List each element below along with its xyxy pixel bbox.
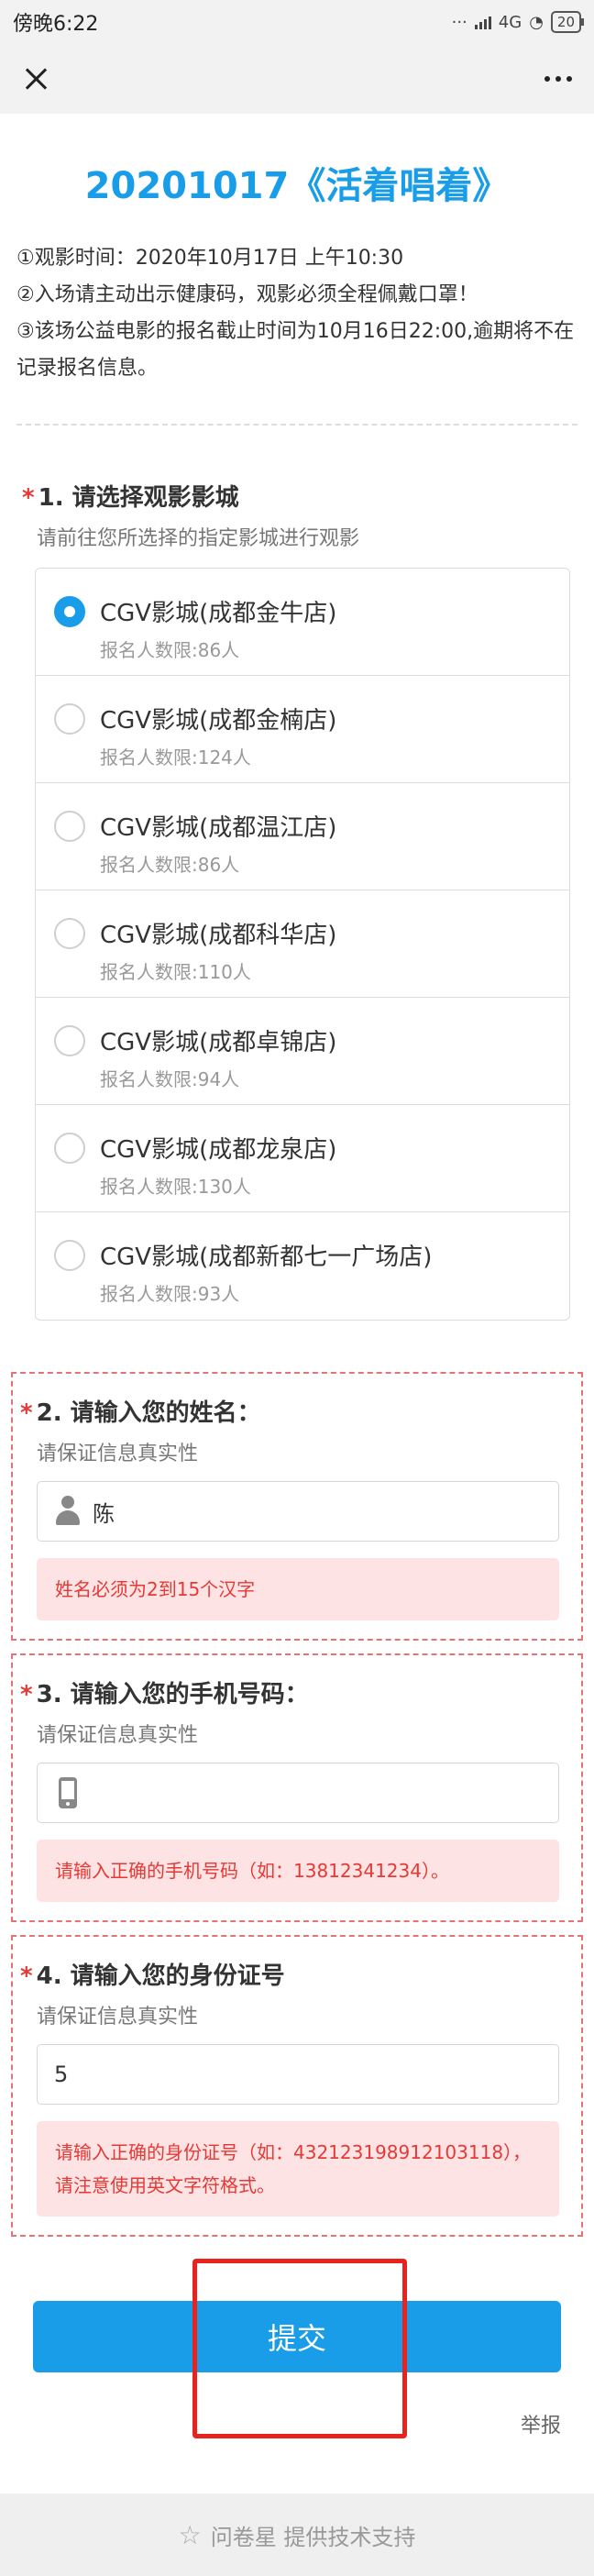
option-label: CGV影城(成都科华店) [100,922,337,949]
footer: ☆ 问卷星 提供技术支持 [0,2493,594,2576]
id-number-field[interactable] [37,2044,559,2105]
id-number-error-message: 请输入正确的身份证号（如：432123198912103118），请注意使用英文… [37,2121,559,2217]
option-label: CGV影城(成都温江店) [100,814,337,842]
radio-checked-icon[interactable] [54,596,85,627]
option-limit: 报名人数限:110人 [100,961,251,983]
status-bar: 傍晚6:22 ··· 4G ◔ 20 [0,0,594,44]
option-limit: 报名人数限:86人 [100,854,240,876]
battery-level: 20 [556,14,575,30]
required-mark: * [20,1399,33,1427]
required-mark: * [22,484,35,512]
name-field[interactable] [37,1481,559,1542]
option-label: CGV影城(成都金牛店) [100,600,337,627]
description-line: ③该场公益电影的报名截止时间为10月16日22:00,逾期将不在记录报名信息。 [16,320,575,380]
question-subtitle: 请保证信息真实性 [37,2006,199,2029]
id-number-input[interactable] [54,2062,542,2087]
radio-icon[interactable] [54,811,85,842]
status-time: 傍晚6:22 [13,13,99,36]
question-title-text: 2. 请输入您的姓名： [36,1399,261,1427]
wifi-icon: ◔ [529,12,544,32]
cinema-option-kehua[interactable]: CGV影城(成都科华店) 报名人数限:110人 [36,890,569,998]
option-limit: 报名人数限:124人 [100,746,251,768]
cinema-option-xindu[interactable]: CGV影城(成都新都七一广场店) 报名人数限:93人 [36,1212,569,1320]
radio-icon[interactable] [54,918,85,949]
divider [16,424,578,426]
cinema-option-wenjiang[interactable]: CGV影城(成都温江店) 报名人数限:86人 [36,783,569,890]
phone-input[interactable] [93,1780,542,1806]
option-label: CGV影城(成都龙泉店) [100,1136,337,1164]
option-text: CGV影城(成都新都七一广场店) 报名人数限:93人 [100,1238,432,1306]
submit-area: 提交 [33,2259,561,2438]
question-title-text: 4. 请输入您的身份证号 [36,1962,285,1990]
option-text: CGV影城(成都龙泉店) 报名人数限:130人 [100,1131,336,1199]
network-type: 4G [498,12,522,32]
cinema-option-zhuojin[interactable]: CGV影城(成都卓锦店) 报名人数限:94人 [36,998,569,1105]
report-link[interactable]: 举报 [0,2409,594,2438]
radio-icon[interactable] [54,1240,85,1271]
page-description: ①观影时间：2020年10月17日 上午10:30 ②入场请主动出示健康码，观影… [0,240,594,387]
footer-text: 问卷星 提供技术支持 [210,2524,416,2550]
star-icon: ☆ [178,2519,202,2550]
question-title: * 3. 请输入您的手机号码： [13,1675,581,1709]
dots-icon: ··· [451,12,468,32]
option-label: CGV影城(成都新都七一广场店) [100,1244,433,1271]
question-name: *2. 请输入您的姓名： 请保证信息真实性 姓名必须为2到15个汉字 [11,1372,583,1641]
question-title: * 1. 请选择观影影城 [11,479,583,513]
question-cinema: * 1. 请选择观影影城 请前往您所选择的指定影城进行观影 CGV影城(成都金牛店… [11,479,583,1321]
question-title: * 2. 请输入您的姓名： [13,1394,581,1428]
question-phone: * 3. 请输入您的手机号码： 请保证信息真实性 请输入正确的手机号码（如：138… [11,1653,583,1922]
submit-button[interactable]: 提交 [33,2301,561,2372]
signal-icon [474,15,491,29]
option-text: CGV影城(成都卓锦店) 报名人数限:94人 [100,1023,336,1091]
radio-icon[interactable] [54,703,85,735]
page-title: 20201017《活着唱着》 [84,165,510,207]
option-label: CGV影城(成都卓锦店) [100,1029,337,1056]
question-subtitle: 请保证信息真实性 [37,1724,199,1747]
status-indicators: ··· 4G ◔ 20 [451,11,585,33]
option-limit: 报名人数限:94人 [100,1068,240,1090]
question-title: * 4. 请输入您的身份证号 [13,1957,581,1991]
required-mark: * [20,1681,33,1708]
question-title-text: 3. 请输入您的手机号码： [36,1681,309,1708]
required-mark: * [20,1962,33,1990]
option-text: CGV影城(成都金楠店) 报名人数限:124人 [100,702,336,769]
cinema-option-jinnan[interactable]: CGV影城(成都金楠店) 报名人数限:124人 [36,676,569,783]
cinema-option-longquan[interactable]: CGV影城(成都龙泉店) 报名人数限:130人 [36,1105,569,1212]
option-text: CGV影城(成都金牛店) 报名人数限:86人 [100,594,336,662]
option-limit: 报名人数限:93人 [100,1283,240,1305]
name-error-message: 姓名必须为2到15个汉字 [37,1558,559,1620]
cinema-option-jinniu[interactable]: CGV影城(成都金牛店) 报名人数限:86人 [36,569,569,676]
battery-icon: 20 [550,11,585,33]
phone-field[interactable] [37,1763,559,1823]
phone-error-message: 请输入正确的手机号码（如：13812341234）。 [37,1840,559,1902]
more-icon[interactable] [544,76,572,82]
user-icon [54,1496,82,1527]
nav-bar [0,44,594,114]
radio-icon[interactable] [54,1025,85,1056]
cinema-options: CGV影城(成都金牛店) 报名人数限:86人 CGV影城(成都金楠店) 报名人数… [35,568,570,1321]
question-subtitle: 请前往您所选择的指定影城进行观影 [37,527,360,550]
option-text: CGV影城(成都科华店) 报名人数限:110人 [100,916,336,984]
option-limit: 报名人数限:86人 [100,639,240,661]
name-input[interactable] [93,1498,542,1524]
phone-icon [54,1777,82,1808]
question-id-number: *4. 请输入您的身份证号 请保证信息真实性 请输入正确的身份证号（如：4321… [11,1935,583,2237]
description-line: ②入场请主动出示健康码，观影必须全程佩戴口罩！ [16,283,478,306]
radio-icon[interactable] [54,1133,85,1164]
close-icon[interactable] [22,65,50,93]
question-title-text: 1. 请选择观影影城 [38,484,239,512]
description-line: ①观影时间：2020年10月17日 上午10:30 [16,247,404,270]
option-limit: 报名人数限:130人 [100,1176,251,1198]
option-text: CGV影城(成都温江店) 报名人数限:86人 [100,809,336,877]
option-label: CGV影城(成都金楠店) [100,707,337,735]
question-subtitle: 请保证信息真实性 [37,1443,199,1465]
